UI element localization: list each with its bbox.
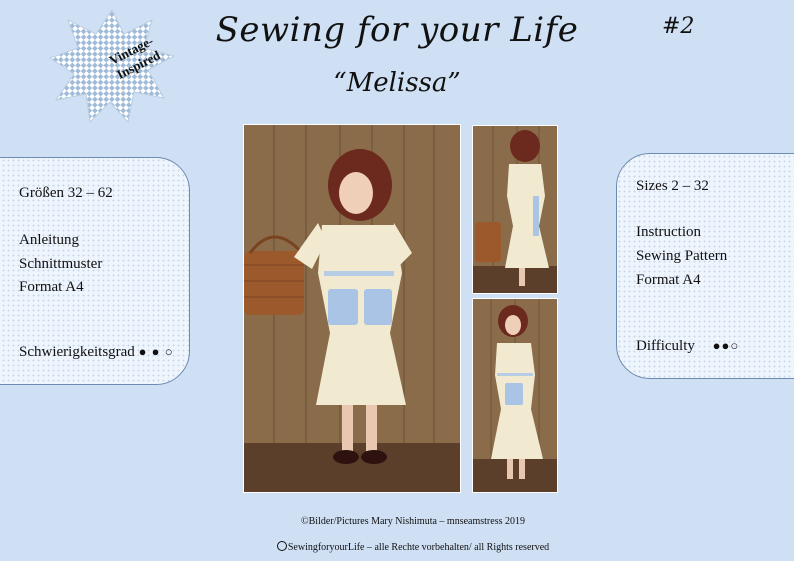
format-label: Format A4 xyxy=(636,272,701,288)
sizes-label: Größen 32 – 62 xyxy=(19,185,113,201)
difficulty-row: Difficulty ●●○ xyxy=(636,338,739,355)
pattern-label: Schnittmuster xyxy=(19,256,103,272)
difficulty-dots-icon: ● ● ○ xyxy=(138,344,174,359)
instruction-label: Anleitung xyxy=(19,232,79,248)
rights-notice: SewingforyourLife – alle Rechte vorbehal… xyxy=(0,541,794,553)
instruction-label: Instruction xyxy=(636,224,701,240)
info-panel-english: Sizes 2 – 32 Instruction Sewing Pattern … xyxy=(616,153,794,379)
copyright-icon xyxy=(276,541,287,551)
sizes-label: Sizes 2 – 32 xyxy=(636,178,709,194)
format-label: Format A4 xyxy=(19,279,84,295)
info-panel-german: Größen 32 – 62 Anleitung Schnittmuster F… xyxy=(0,157,190,385)
main-photo xyxy=(243,124,461,493)
difficulty-label: Difficulty xyxy=(636,338,695,354)
side-photo-bottom xyxy=(472,298,558,493)
issue-number: #2 xyxy=(662,14,695,39)
difficulty-row: Schwierigkeitsgrad ● ● ○ xyxy=(19,344,174,361)
rights-text: SewingforyourLife – alle Rechte vorbehal… xyxy=(287,542,550,553)
pattern-name: “Melissa” xyxy=(333,68,461,98)
difficulty-dots-icon: ●●○ xyxy=(712,338,740,353)
pattern-label: Sewing Pattern xyxy=(636,248,728,264)
photo-credit: ©Bilder/Pictures Mary Nishimuta – mnseam… xyxy=(301,516,525,527)
difficulty-label: Schwierigkeitsgrad xyxy=(19,344,135,360)
side-photo-top xyxy=(472,125,558,294)
